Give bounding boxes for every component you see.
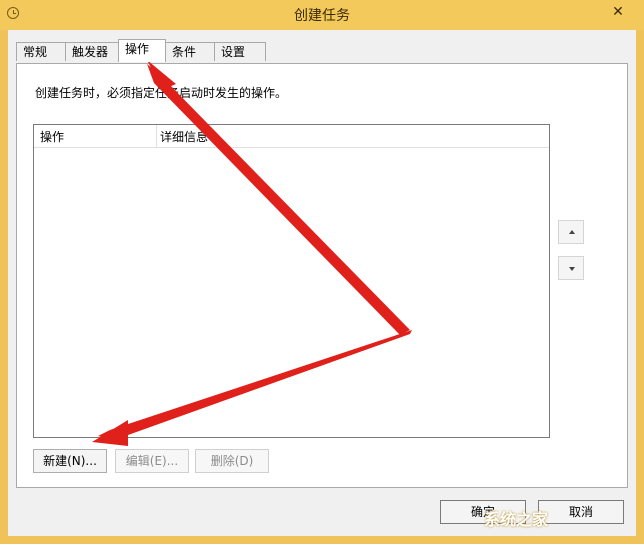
tab-general[interactable]: 常规 (16, 42, 66, 61)
tab-actions[interactable]: 操作 (118, 39, 166, 62)
window-title: 创建任务 (294, 8, 350, 24)
tab-triggers[interactable]: 触发器 (65, 42, 119, 61)
list-header: 操作 详细信息 (34, 125, 549, 148)
tab-conditions[interactable]: 条件 (165, 42, 215, 61)
move-up-button[interactable] (558, 220, 584, 244)
column-action[interactable]: 操作 (40, 128, 64, 145)
tab-settings[interactable]: 设置 (214, 42, 266, 61)
delete-button[interactable]: 删除(D) (195, 449, 269, 473)
column-separator[interactable] (156, 125, 157, 147)
dialog-body: 常规 触发器 操作 条件 设置 创建任务时，必须指定任务启动时发生的操作。 操作… (8, 30, 636, 536)
actions-list[interactable]: 操作 详细信息 (33, 124, 550, 438)
column-details[interactable]: 详细信息 (160, 128, 208, 145)
panel-description: 创建任务时，必须指定任务启动时发生的操作。 (35, 86, 288, 100)
task-window: 创建任务 ✕ 常规 触发器 操作 条件 设置 创建任务时，必须指定任务启动时发生… (0, 0, 644, 544)
new-button[interactable]: 新建(N)... (33, 449, 107, 473)
move-down-button[interactable] (558, 256, 584, 280)
watermark: 系统之家 (484, 510, 549, 529)
actions-panel: 创建任务时，必须指定任务启动时发生的操作。 操作 详细信息 新建(N)... 编… (16, 63, 628, 488)
triangle-down-icon (569, 267, 575, 271)
title-bar: 创建任务 ✕ (0, 0, 644, 30)
close-button[interactable]: ✕ (600, 0, 636, 24)
triangle-up-icon (569, 230, 575, 234)
edit-button[interactable]: 编辑(E)... (115, 449, 189, 473)
